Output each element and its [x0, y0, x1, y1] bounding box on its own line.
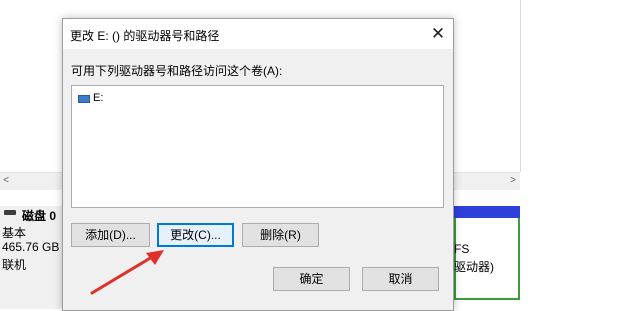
annotation-arrow-icon [90, 250, 164, 295]
